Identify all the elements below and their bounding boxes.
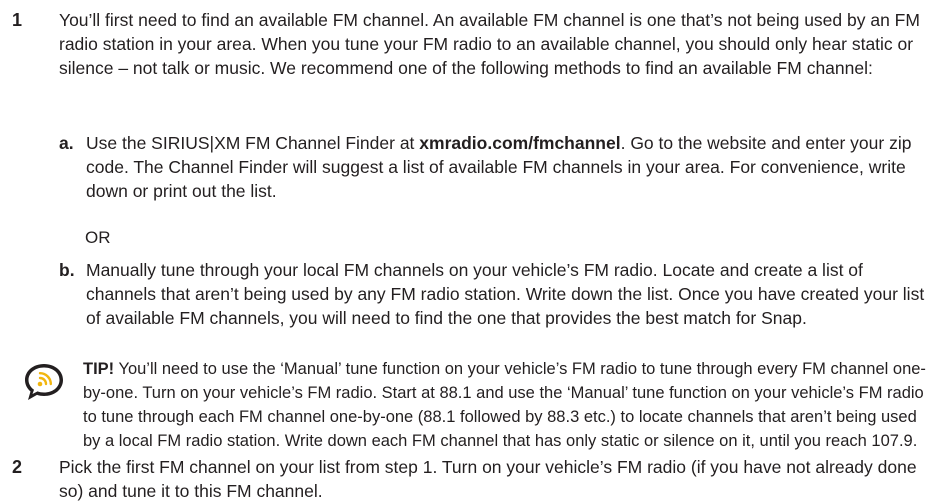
option-text: Use the SIRIUS|XM FM Channel Finder at x… [86, 131, 929, 203]
step-2: 2 Pick the first FM channel on your list… [12, 455, 928, 503]
step-text: You’ll first need to find an available F… [59, 10, 920, 78]
option-a: a. Use the SIRIUS|XM FM Channel Finder a… [59, 131, 929, 203]
step-1: 1 You’ll first need to find an available… [12, 8, 928, 80]
tip-text: TIP! You’ll need to use the ‘Manual’ tun… [83, 357, 928, 453]
step-number: 2 [12, 457, 23, 477]
or-separator: OR [85, 228, 111, 247]
tip-box: TIP! You’ll need to use the ‘Manual’ tun… [22, 357, 928, 453]
tip-label: TIP! [83, 360, 115, 378]
option-text: Manually tune through your local FM chan… [86, 260, 925, 328]
option-letter: a. [59, 133, 74, 153]
channel-finder-link[interactable]: xmradio.com/fmchannel [419, 133, 620, 153]
option-b: b. Manually tune through your local FM c… [59, 258, 929, 330]
step-text: Pick the first FM channel on your list f… [59, 457, 917, 501]
instruction-page: 1 You’ll first need to find an available… [0, 0, 942, 503]
step-number: 1 [12, 10, 23, 30]
speech-bubble-signal-icon [25, 364, 63, 400]
tip-body: You’ll need to use the ‘Manual’ tune fun… [83, 360, 926, 450]
option-letter: b. [59, 260, 75, 280]
option-a-text-start: Use the SIRIUS|XM FM Channel Finder at [86, 133, 420, 153]
